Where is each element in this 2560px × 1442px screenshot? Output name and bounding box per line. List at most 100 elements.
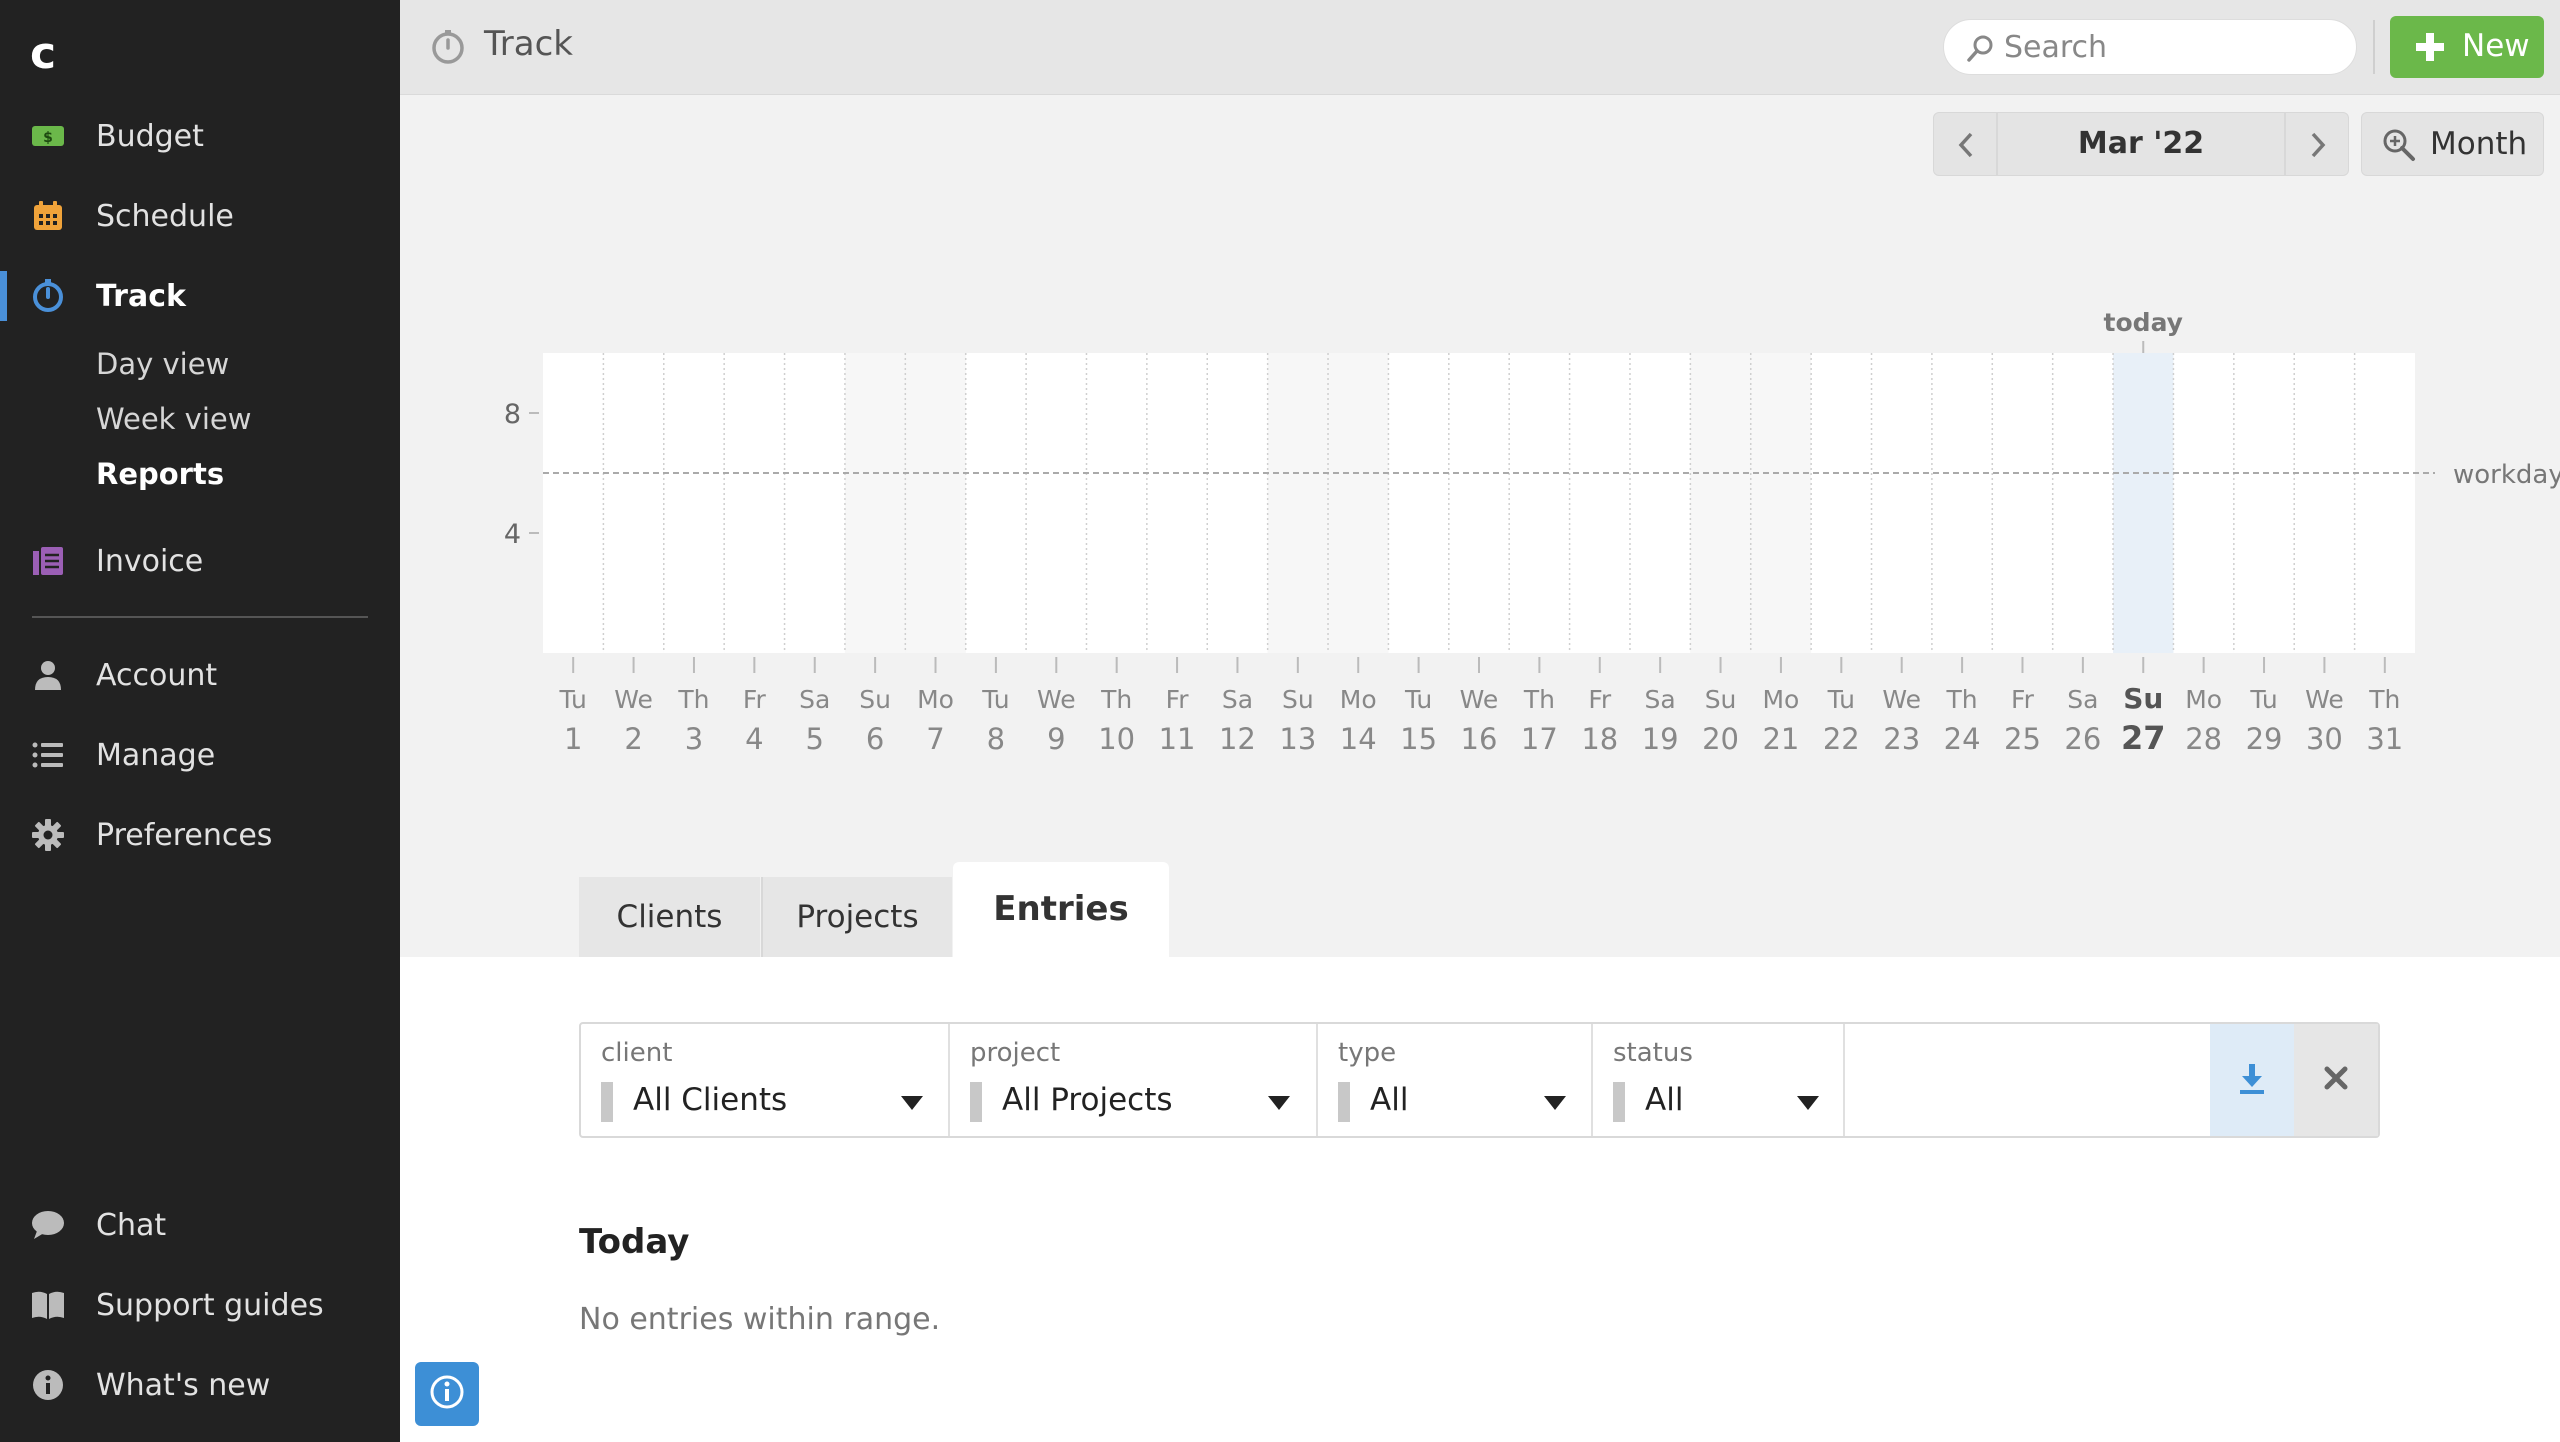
invoice-icon [30,543,66,579]
x-tick-weekday: Mo [917,685,954,714]
y-tick-label: 8 [504,399,521,430]
x-tick-weekday: Su [1705,685,1737,714]
tab-projects[interactable]: Projects [761,877,952,957]
x-tick-day: 2 [624,722,642,756]
zoom-period-button[interactable]: Month [2361,112,2544,176]
filter-label: project [970,1038,1061,1068]
day-column [2113,353,2174,653]
filter-color-bar [1613,1082,1625,1122]
caret-down-icon [1544,1096,1566,1110]
x-tick-day: 28 [2185,722,2222,756]
sidebar-item-schedule[interactable]: Schedule [0,186,400,246]
caret-down-icon [1797,1096,1819,1110]
day-column [1690,353,1751,653]
clear-filters-button[interactable] [2294,1024,2378,1136]
sidebar-subitem-week-view[interactable]: Week view [96,402,251,436]
filter-value: All [1645,1082,1684,1118]
x-tick-weekday: Fr [1166,685,1190,714]
type-filter[interactable]: type All [1318,1024,1593,1136]
filter-value: All Clients [633,1082,788,1118]
stopwatch-icon [30,278,66,314]
info-button[interactable] [415,1362,479,1426]
sidebar-item-preferences[interactable]: Preferences [0,805,400,865]
day-column [1207,353,1268,653]
x-tick-weekday: Su [2123,682,2163,715]
client-filter[interactable]: client All Clients [581,1024,950,1136]
sidebar-item-chat[interactable]: Chat [0,1195,400,1255]
x-tick-weekday: Fr [2011,685,2035,714]
sidebar-item-label: Preferences [96,817,273,853]
x-tick-weekday: We [614,685,653,714]
new-button-label: New [2462,28,2530,64]
close-icon [2324,1066,2348,1094]
tab-clients[interactable]: Clients [579,877,760,957]
app-logo[interactable]: c [30,30,70,78]
sidebar-item-support-guides[interactable]: Support guides [0,1275,400,1335]
previous-period-button[interactable] [1933,112,1997,176]
x-tick-day: 7 [926,722,944,756]
day-column [2354,353,2415,653]
day-column [724,353,785,653]
x-tick-weekday: Mo [2185,685,2222,714]
sidebar-subitem-reports[interactable]: Reports [96,457,224,491]
filter-label: status [1613,1038,1693,1068]
x-tick-day: 15 [1400,722,1437,756]
x-tick-day: 19 [1642,722,1679,756]
status-filter[interactable]: status All [1593,1024,1845,1136]
day-column [2233,353,2295,653]
plus-icon [2416,33,2444,65]
sidebar-item-track[interactable]: Track [0,266,400,326]
sidebar-item-label: Track [96,278,186,314]
sidebar-item-budget[interactable]: $ Budget [0,106,400,166]
x-tick-day: 29 [2246,722,2283,756]
x-tick-day: 26 [2064,722,2101,756]
download-button[interactable] [2210,1024,2294,1136]
day-column [784,353,845,653]
search-icon [1966,33,1996,67]
x-tick-day: 30 [2306,722,2343,756]
x-tick-weekday: Th [2368,685,2400,714]
sidebar-item-account[interactable]: Account [0,645,400,705]
download-icon [2238,1062,2266,1098]
svg-text:$: $ [43,130,53,146]
day-column [1267,353,1329,653]
search-input[interactable]: Search [1943,19,2357,75]
x-tick-weekday: Mo [1762,685,1799,714]
day-column [1992,353,2053,653]
day-column [1086,353,1147,653]
day-column [663,353,725,653]
chevron-right-icon [2308,131,2328,163]
tab-entries[interactable]: Entries [953,862,1169,957]
project-filter[interactable]: project All Projects [950,1024,1318,1136]
sidebar-item-manage[interactable]: Manage [0,725,400,785]
sidebar-item-invoice[interactable]: Invoice [0,531,400,591]
x-tick-day: 6 [866,722,884,756]
day-column [844,353,906,653]
day-column [603,353,664,653]
x-tick-day: 14 [1340,722,1377,756]
day-column [1448,353,1510,653]
x-tick-day: 27 [2121,719,2166,757]
filter-value: All Projects [1002,1082,1173,1118]
section-title: Today [579,1222,690,1262]
x-tick-day: 16 [1461,722,1498,756]
current-period-label[interactable]: Mar '22 [1997,112,2285,176]
day-column [905,353,966,653]
sidebar-item-whats-new[interactable]: What's new [0,1355,400,1415]
x-tick-weekday: Sa [799,685,830,714]
x-tick-day: 8 [987,722,1005,756]
sidebar-item-label: Manage [96,737,216,773]
x-tick-day: 3 [685,722,703,756]
sidebar-subitem-day-view[interactable]: Day view [96,347,229,381]
info-circle-icon [30,1367,66,1403]
sidebar-divider [32,616,368,618]
next-period-button[interactable] [2285,112,2349,176]
x-tick-weekday: We [1460,685,1499,714]
stopwatch-icon [430,29,466,69]
x-tick-weekday: Sa [2067,685,2098,714]
new-button[interactable]: New [2390,16,2544,78]
day-column [543,353,604,653]
workday-label: workday [2453,460,2560,490]
sidebar-item-label: What's new [96,1367,271,1403]
day-column [1388,353,1449,653]
